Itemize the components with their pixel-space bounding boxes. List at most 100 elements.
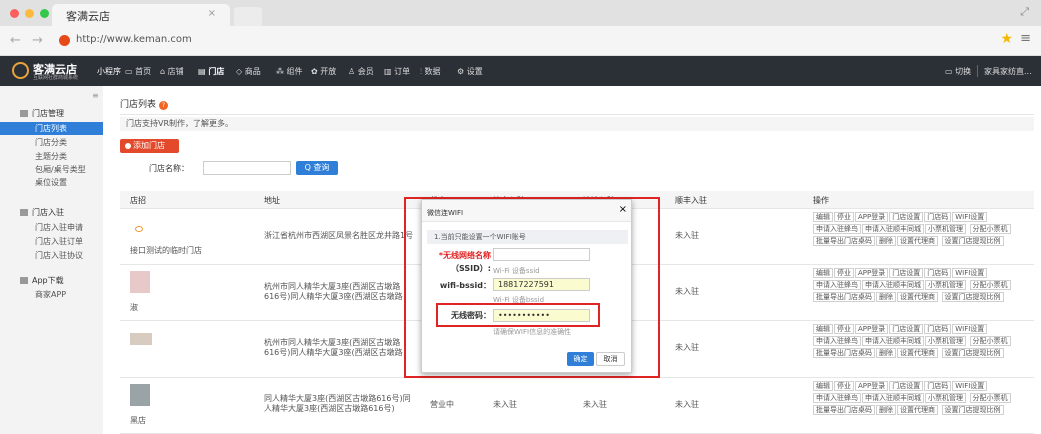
suspend-button[interactable]: 停业 [834,268,854,278]
assign-printer-button[interactable]: 分配小票机 [969,336,1011,346]
sidebar-item-join-order[interactable]: 门店入驻订单 [0,235,103,248]
sidebar-collapse-icon[interactable]: ≡ [92,91,99,100]
store-settings-button[interactable]: 门店设置 [889,381,924,391]
edit-button[interactable]: 编辑 [813,324,833,334]
close-icon[interactable]: × [619,204,627,215]
sidebar-item-merchant-app[interactable]: 商家APP [0,288,103,301]
sidebar-group-store-manage[interactable]: 门店管理 [20,108,64,119]
apply-shunfeng-button[interactable]: 申请入驻顺丰同城 [862,280,924,290]
apply-fengniao-button[interactable]: 申请入驻蜂鸟 [813,280,861,290]
set-agent-button[interactable]: 设置代理商 [897,292,938,302]
query-button[interactable]: Q 查询 [296,161,338,175]
add-store-button[interactable]: 添加门店 [120,139,179,153]
store-code-button[interactable]: 门店码 [924,212,952,222]
assign-printer-button[interactable]: 分配小票机 [969,393,1011,403]
printer-manage-button[interactable]: 小票机管理 [925,224,966,234]
nav-order[interactable]: ▥ 订单 [384,66,410,77]
sidebar-group-store-join[interactable]: 门店入驻 [20,207,64,218]
withdraw-ratio-button[interactable]: 设置门店提现比例 [941,292,1004,302]
back-icon[interactable]: ← [10,33,21,48]
browser-tab[interactable]: 客满云店 × [52,4,230,26]
sidebar-item-theme-category[interactable]: 主题分类 [0,150,103,163]
app-login-button[interactable]: APP登录 [855,381,889,391]
printer-manage-button[interactable]: 小票机管理 [925,336,966,346]
export-table-codes-button[interactable]: 批量导出门店桌码 [813,405,875,415]
set-agent-button[interactable]: 设置代理商 [897,236,938,246]
switch-button[interactable]: ▭ 切换 [945,66,971,77]
withdraw-ratio-button[interactable]: 设置门店提现比例 [941,405,1004,415]
nav-goods[interactable]: ◇ 商品 [236,66,261,77]
edit-button[interactable]: 编辑 [813,212,833,222]
nav-shop[interactable]: ⌂ 店铺 [160,66,184,77]
delete-button[interactable]: 删除 [876,348,896,358]
printer-manage-button[interactable]: 小票机管理 [925,280,966,290]
ssid-input[interactable] [493,248,590,261]
apply-fengniao-button[interactable]: 申请入驻蜂鸟 [813,224,861,234]
apply-fengniao-button[interactable]: 申请入驻蜂鸟 [813,393,861,403]
set-agent-button[interactable]: 设置代理商 [897,405,938,415]
app-login-button[interactable]: APP登录 [855,324,889,334]
url-field[interactable]: http://www.keman.com [76,34,192,45]
bssid-input[interactable]: 18817227591 [493,278,590,291]
assign-printer-button[interactable]: 分配小票机 [969,280,1011,290]
confirm-button[interactable]: 确定 [567,352,594,366]
nav-member[interactable]: ♙ 会员 [348,66,374,77]
wifi-settings-button[interactable]: WIFI设置 [952,212,988,222]
apply-shunfeng-button[interactable]: 申请入驻顺丰同城 [862,224,924,234]
store-settings-button[interactable]: 门店设置 [889,268,924,278]
withdraw-ratio-button[interactable]: 设置门店提现比例 [941,236,1004,246]
store-code-button[interactable]: 门店码 [924,268,952,278]
tab-close-icon[interactable]: × [208,8,216,19]
minimize-window-icon[interactable] [25,9,34,18]
apply-shunfeng-button[interactable]: 申请入驻顺丰同城 [862,336,924,346]
password-input[interactable]: ••••••••••• [493,309,590,322]
printer-manage-button[interactable]: 小票机管理 [925,393,966,403]
assign-printer-button[interactable]: 分配小票机 [969,224,1011,234]
edit-button[interactable]: 编辑 [813,268,833,278]
bookmark-star-icon[interactable]: ★ [1000,31,1013,47]
browser-menu-icon[interactable]: ≡ [1020,31,1031,46]
export-table-codes-button[interactable]: 批量导出门店桌码 [813,292,875,302]
export-table-codes-button[interactable]: 批量导出门店桌码 [813,348,875,358]
withdraw-ratio-button[interactable]: 设置门店提现比例 [941,348,1004,358]
nav-components[interactable]: ⁂ 组件 [276,66,303,77]
suspend-button[interactable]: 停业 [834,324,854,334]
shop-name-dropdown[interactable]: 家具家纺直... [984,66,1032,77]
new-tab-button[interactable] [234,7,262,26]
store-code-button[interactable]: 门店码 [924,324,952,334]
maximize-window-icon[interactable] [40,9,49,18]
close-window-icon[interactable] [10,9,19,18]
suspend-button[interactable]: 停业 [834,381,854,391]
edit-button[interactable]: 编辑 [813,381,833,391]
vr-notice[interactable]: 门店支持VR制作，了解更多。 [120,117,1034,131]
delete-button[interactable]: 删除 [876,236,896,246]
set-agent-button[interactable]: 设置代理商 [897,348,938,358]
sidebar-item-store-list[interactable]: 门店列表 [0,122,103,135]
delete-button[interactable]: 删除 [876,292,896,302]
apply-shunfeng-button[interactable]: 申请入驻顺丰同城 [862,393,924,403]
mini-program-link[interactable]: 小程序 [97,66,121,77]
delete-button[interactable]: 删除 [876,405,896,415]
wifi-settings-button[interactable]: WIFI设置 [952,381,988,391]
app-login-button[interactable]: APP登录 [855,212,889,222]
nav-home[interactable]: ▭ 首页 [125,66,151,77]
nav-settings[interactable]: ⚙ 设置 [457,66,483,77]
nav-store[interactable]: ▤ 门店 [198,66,224,77]
store-settings-button[interactable]: 门店设置 [889,212,924,222]
apply-fengniao-button[interactable]: 申请入驻蜂鸟 [813,336,861,346]
app-login-button[interactable]: APP登录 [855,268,889,278]
sidebar-item-join-apply[interactable]: 门店入驻申请 [0,221,103,234]
nav-data[interactable]: ⫶ 数据 [420,66,441,77]
forward-icon[interactable]: → [32,33,43,48]
store-name-input[interactable] [203,161,291,175]
store-settings-button[interactable]: 门店设置 [889,324,924,334]
wifi-settings-button[interactable]: WIFI设置 [952,324,988,334]
export-table-codes-button[interactable]: 批量导出门店桌码 [813,236,875,246]
sidebar-group-app-download[interactable]: App下载 [20,275,64,286]
wifi-settings-button[interactable]: WIFI设置 [952,268,988,278]
sidebar-item-join-agreement[interactable]: 门店入驻协议 [0,249,103,262]
nav-open[interactable]: ✿ 开放 [311,66,336,77]
sidebar-item-table-setting[interactable]: 桌位设置 [0,176,103,189]
resize-icon[interactable]: ⤢ [1020,5,1029,19]
store-code-button[interactable]: 门店码 [924,381,952,391]
